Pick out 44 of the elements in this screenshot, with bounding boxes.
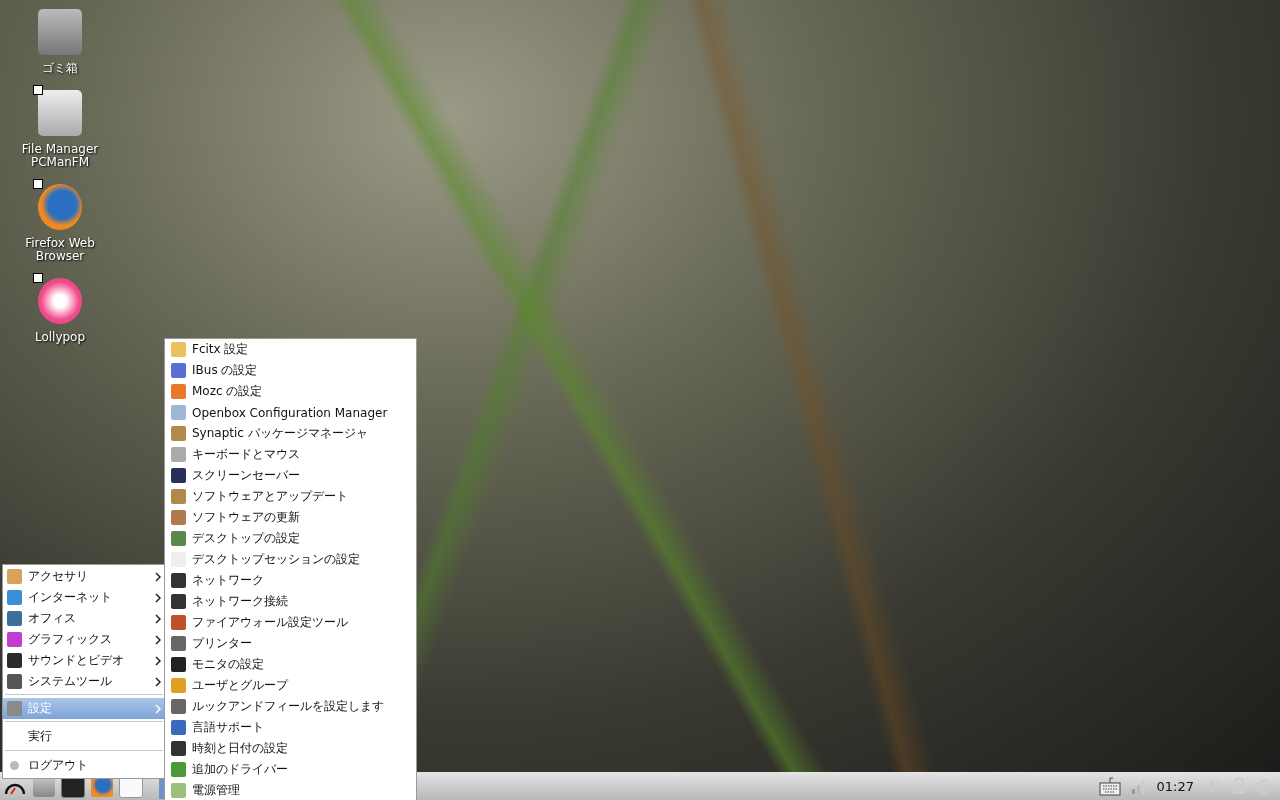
- menu-item[interactable]: 電源管理: [165, 780, 416, 800]
- menu-item[interactable]: ファイアウォール設定ツール: [165, 612, 416, 633]
- menu-item[interactable]: グラフィックス: [3, 629, 165, 650]
- menu-item[interactable]: モニタの設定: [165, 654, 416, 675]
- chevron-right-icon: [155, 571, 161, 582]
- menu-item[interactable]: Mozc の設定: [165, 381, 416, 402]
- menu-item[interactable]: プリンター: [165, 633, 416, 654]
- menu-item[interactable]: ログアウト: [3, 754, 165, 777]
- menu-item[interactable]: アクセサリ: [3, 566, 165, 587]
- chevron-right-icon: [155, 592, 161, 603]
- menu-item[interactable]: 言語サポート: [165, 717, 416, 738]
- menu-item[interactable]: デスクトップの設定: [165, 528, 416, 549]
- menu-item[interactable]: オフィス: [3, 608, 165, 629]
- menu-item[interactable]: Fcitx 設定: [165, 339, 416, 360]
- chevron-right-icon: [155, 676, 161, 687]
- menu-item[interactable]: ネットワーク接続: [165, 591, 416, 612]
- menu-item[interactable]: インターネット: [3, 587, 165, 608]
- menu-item[interactable]: 実行: [3, 725, 165, 748]
- menu-item[interactable]: ソフトウェアとアップデート: [165, 486, 416, 507]
- menu-item[interactable]: 追加のドライバー: [165, 759, 416, 780]
- chevron-right-icon: [155, 655, 161, 666]
- chevron-right-icon: [155, 634, 161, 645]
- desktop-icon-label[interactable]: Firefox Web Browser: [18, 237, 102, 263]
- desktop-icon-label[interactable]: Lollypop: [18, 331, 102, 344]
- desktop-icon-label[interactable]: File Manager PCManFM: [18, 143, 102, 169]
- chevron-right-icon: [155, 613, 161, 624]
- menu-item[interactable]: キーボードとマウス: [165, 444, 416, 465]
- menu-item[interactable]: サウンドとビデオ: [3, 650, 165, 671]
- menu-item[interactable]: ユーザとグループ: [165, 675, 416, 696]
- chevron-right-icon: [155, 703, 161, 714]
- clock[interactable]: 01:27: [1156, 778, 1194, 794]
- menu-item[interactable]: スクリーンセーバー: [165, 465, 416, 486]
- desktop-icon-label[interactable]: ゴミ箱: [18, 62, 102, 75]
- signal-icon[interactable]: [1130, 778, 1147, 794]
- menu-item[interactable]: ソフトウェアの更新: [165, 507, 416, 528]
- menu-item[interactable]: ネットワーク: [165, 570, 416, 591]
- menu-item[interactable]: IBus の設定: [165, 360, 416, 381]
- menu-item[interactable]: ルックアンドフィールを設定します: [165, 696, 416, 717]
- menu-item[interactable]: システムツール: [3, 671, 165, 692]
- menu-item[interactable]: Openbox Configuration Manager: [165, 402, 416, 423]
- menu-item[interactable]: Synaptic パッケージマネージャ: [165, 423, 416, 444]
- menu-item[interactable]: デスクトップセッションの設定: [165, 549, 416, 570]
- menu-item[interactable]: 時刻と日付の設定: [165, 738, 416, 759]
- ball-icon[interactable]: [38, 278, 82, 324]
